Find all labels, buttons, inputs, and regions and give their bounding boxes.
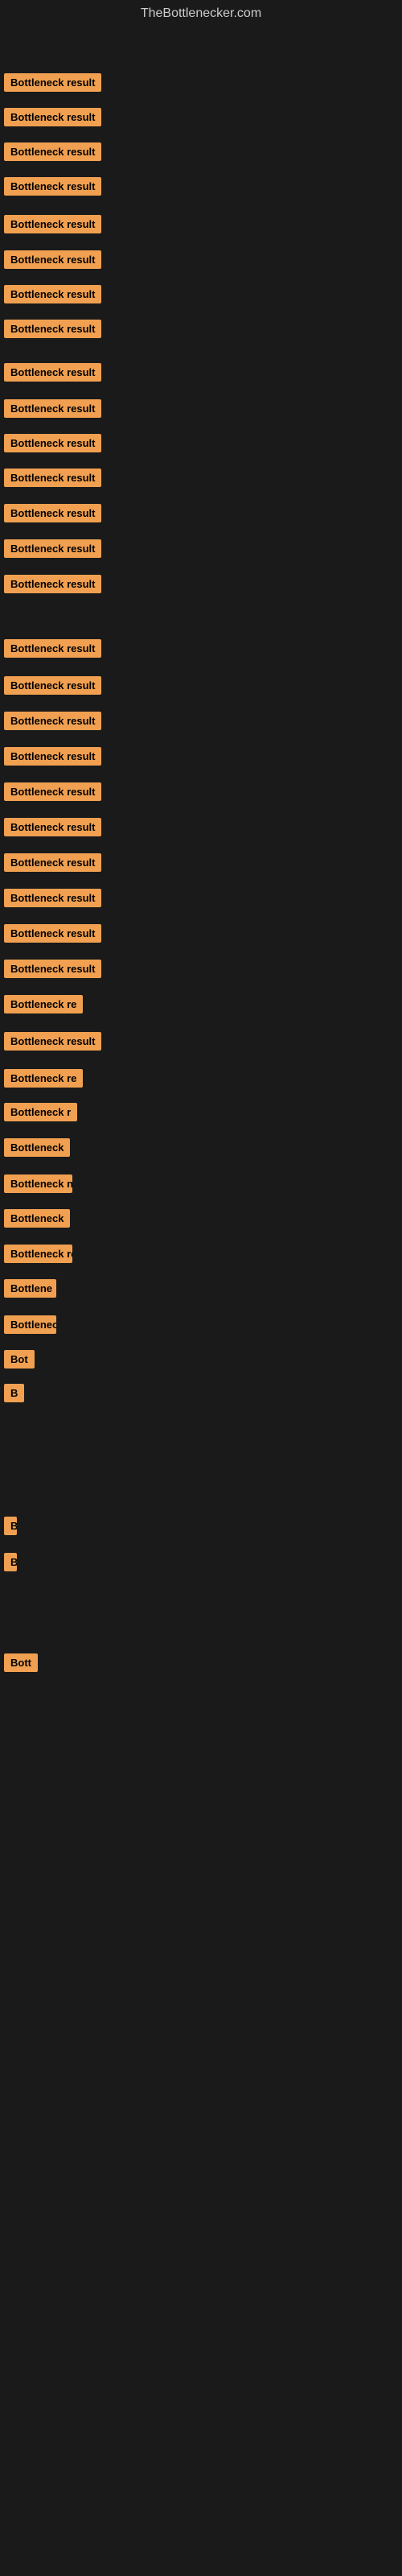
bottleneck-item-5: Bottleneck result bbox=[4, 215, 101, 233]
bottleneck-item-23: Bottleneck result bbox=[4, 889, 101, 907]
bottleneck-badge-20: Bottleneck result bbox=[4, 782, 101, 801]
site-title: TheBottlenecker.com bbox=[0, 0, 402, 27]
bottleneck-item-12: Bottleneck result bbox=[4, 469, 101, 487]
bottleneck-item-17: Bottleneck result bbox=[4, 676, 101, 695]
bottleneck-badge-27: Bottleneck result bbox=[4, 1032, 101, 1051]
bottleneck-badge-17: Bottleneck result bbox=[4, 676, 101, 695]
bottleneck-item-3: Bottleneck result bbox=[4, 142, 101, 161]
bottleneck-item-22: Bottleneck result bbox=[4, 853, 101, 872]
bottleneck-badge-21: Bottleneck result bbox=[4, 818, 101, 836]
bottleneck-item-35: Bottleneck bbox=[4, 1315, 56, 1334]
bottleneck-badge-23: Bottleneck result bbox=[4, 889, 101, 907]
bottleneck-badge-11: Bottleneck result bbox=[4, 434, 101, 452]
bottleneck-badge-30: Bottleneck bbox=[4, 1138, 70, 1157]
bottleneck-item-28: Bottleneck re bbox=[4, 1069, 83, 1088]
bottleneck-badge-8: Bottleneck result bbox=[4, 320, 101, 338]
bottleneck-item-9: Bottleneck result bbox=[4, 363, 101, 382]
bottleneck-badge-2: Bottleneck result bbox=[4, 108, 101, 126]
bottleneck-item-36: Bot bbox=[4, 1350, 35, 1368]
bottleneck-badge-36: Bot bbox=[4, 1350, 35, 1368]
bottleneck-badge-34: Bottlene bbox=[4, 1279, 56, 1298]
bottleneck-item-19: Bottleneck result bbox=[4, 747, 101, 766]
bottleneck-badge-42: Bott bbox=[4, 1553, 17, 1571]
bottleneck-badge-19: Bottleneck result bbox=[4, 747, 101, 766]
bottleneck-badge-4: Bottleneck result bbox=[4, 177, 101, 196]
bottleneck-item-18: Bottleneck result bbox=[4, 712, 101, 730]
bottleneck-badge-15: Bottleneck result bbox=[4, 575, 101, 593]
bottleneck-badge-10: Bottleneck result bbox=[4, 399, 101, 418]
bottleneck-item-2: Bottleneck result bbox=[4, 108, 101, 126]
bottleneck-item-21: Bottleneck result bbox=[4, 818, 101, 836]
bottleneck-item-29: Bottleneck r bbox=[4, 1103, 77, 1121]
bottleneck-badge-22: Bottleneck result bbox=[4, 853, 101, 872]
bottleneck-badge-25: Bottleneck result bbox=[4, 960, 101, 978]
bottleneck-item-32: Bottleneck bbox=[4, 1209, 70, 1228]
bottleneck-badge-35: Bottleneck bbox=[4, 1315, 56, 1334]
bottleneck-item-25: Bottleneck result bbox=[4, 960, 101, 978]
bottleneck-item-37: B bbox=[4, 1384, 24, 1402]
bottleneck-badge-16: Bottleneck result bbox=[4, 639, 101, 658]
bottleneck-badge-41: B bbox=[4, 1517, 17, 1535]
bottleneck-item-26: Bottleneck re bbox=[4, 995, 83, 1013]
bottleneck-badge-44: Bott bbox=[4, 1653, 38, 1672]
bottleneck-badge-12: Bottleneck result bbox=[4, 469, 101, 487]
bottleneck-badge-14: Bottleneck result bbox=[4, 539, 101, 558]
bottleneck-item-27: Bottleneck result bbox=[4, 1032, 101, 1051]
bottleneck-item-1: Bottleneck result bbox=[4, 73, 101, 92]
bottleneck-badge-29: Bottleneck r bbox=[4, 1103, 77, 1121]
bottleneck-item-44: Bott bbox=[4, 1653, 38, 1672]
bottleneck-badge-6: Bottleneck result bbox=[4, 250, 101, 269]
bottleneck-item-13: Bottleneck result bbox=[4, 504, 101, 522]
bottleneck-badge-28: Bottleneck re bbox=[4, 1069, 83, 1088]
bottleneck-item-33: Bottleneck res bbox=[4, 1245, 72, 1263]
bottleneck-badge-7: Bottleneck result bbox=[4, 285, 101, 303]
bottleneck-item-7: Bottleneck result bbox=[4, 285, 101, 303]
bottleneck-item-8: Bottleneck result bbox=[4, 320, 101, 338]
bottleneck-badge-13: Bottleneck result bbox=[4, 504, 101, 522]
bottleneck-item-16: Bottleneck result bbox=[4, 639, 101, 658]
bottleneck-badge-31: Bottleneck n bbox=[4, 1174, 72, 1193]
bottleneck-badge-18: Bottleneck result bbox=[4, 712, 101, 730]
bottleneck-badge-9: Bottleneck result bbox=[4, 363, 101, 382]
bottleneck-item-20: Bottleneck result bbox=[4, 782, 101, 801]
bottleneck-item-4: Bottleneck result bbox=[4, 177, 101, 196]
bottleneck-item-34: Bottlene bbox=[4, 1279, 56, 1298]
bottleneck-item-6: Bottleneck result bbox=[4, 250, 101, 269]
bottleneck-item-41: B bbox=[4, 1517, 17, 1535]
bottleneck-item-31: Bottleneck n bbox=[4, 1174, 72, 1193]
bottleneck-item-30: Bottleneck bbox=[4, 1138, 70, 1157]
bottleneck-badge-33: Bottleneck res bbox=[4, 1245, 72, 1263]
bottleneck-item-42: Bott bbox=[4, 1553, 17, 1571]
bottleneck-badge-1: Bottleneck result bbox=[4, 73, 101, 92]
bottleneck-badge-24: Bottleneck result bbox=[4, 924, 101, 943]
bottleneck-item-11: Bottleneck result bbox=[4, 434, 101, 452]
bottleneck-badge-26: Bottleneck re bbox=[4, 995, 83, 1013]
bottleneck-item-14: Bottleneck result bbox=[4, 539, 101, 558]
bottleneck-item-10: Bottleneck result bbox=[4, 399, 101, 418]
bottleneck-badge-3: Bottleneck result bbox=[4, 142, 101, 161]
bottleneck-item-15: Bottleneck result bbox=[4, 575, 101, 593]
bottleneck-badge-32: Bottleneck bbox=[4, 1209, 70, 1228]
bottleneck-badge-5: Bottleneck result bbox=[4, 215, 101, 233]
bottleneck-badge-37: B bbox=[4, 1384, 24, 1402]
bottleneck-item-24: Bottleneck result bbox=[4, 924, 101, 943]
